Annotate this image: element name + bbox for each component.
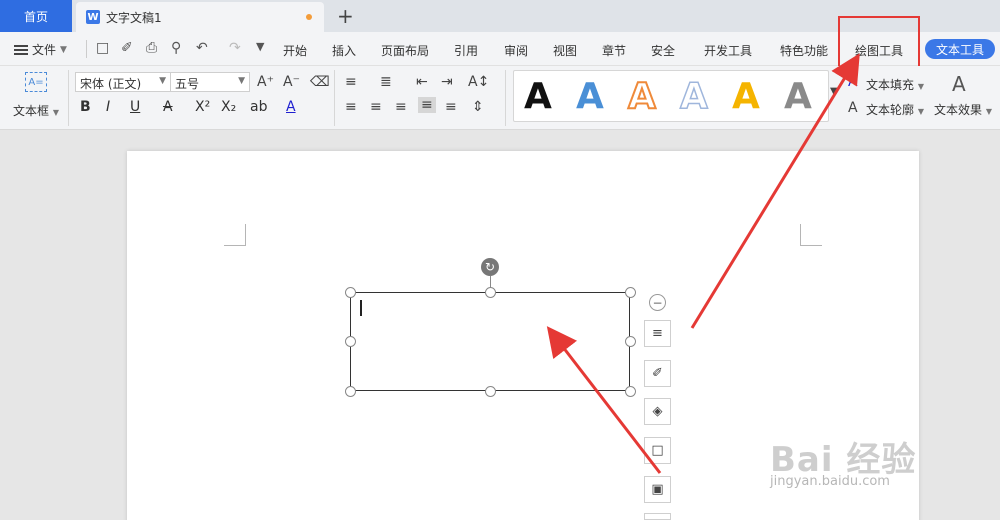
textbox-settings-icon[interactable]: ▣ — [644, 476, 671, 503]
align-left-icon[interactable]: ≡ — [345, 99, 357, 115]
align-right-icon[interactable]: ≡ — [395, 99, 407, 115]
print-icon[interactable]: ⎙ — [146, 40, 157, 56]
fill-color-icon[interactable]: ◈ — [644, 398, 671, 425]
menu-insert[interactable]: 插入 — [332, 42, 356, 59]
tab-document-title: 文字文稿1 — [106, 10, 162, 25]
font-color-icon[interactable]: A — [286, 99, 296, 115]
menu-start[interactable]: 开始 — [283, 42, 307, 59]
ribbon: A= 文本框 ▼ 宋体 (正文) ▼ 五号 ▼ A⁺ A⁻ ⌫ B I U A X²… — [0, 66, 1000, 130]
resize-handle-bottom[interactable] — [485, 386, 496, 397]
art-style-3[interactable]: A — [627, 75, 657, 119]
chevron-down-icon: ▼ — [238, 76, 245, 86]
format-painter-icon[interactable]: ✐ — [121, 40, 133, 56]
text-direction-icon[interactable]: A↕ — [468, 74, 489, 90]
shape-style-brush-icon[interactable]: ✐ — [644, 360, 671, 387]
resize-handle-left[interactable] — [345, 336, 356, 347]
gallery-expand-icon[interactable]: ▼ — [830, 86, 838, 97]
menu-page-layout[interactable]: 页面布局 — [381, 42, 429, 59]
layout-options-icon[interactable]: ≡ — [644, 320, 671, 347]
clear-format-icon[interactable]: ⌫ — [310, 74, 330, 90]
text-effect-button[interactable]: 文本效果 ▼ — [934, 101, 992, 118]
strikethrough-icon[interactable]: A — [163, 99, 173, 115]
menu-view[interactable]: 视图 — [553, 42, 577, 59]
menu-review[interactable]: 审阅 — [504, 42, 528, 59]
resize-handle-top-right[interactable] — [625, 287, 636, 298]
text-fill-button[interactable]: 文本填充 ▼ — [866, 76, 924, 93]
highlight-color-icon[interactable]: ab — [250, 99, 267, 115]
print-preview-icon[interactable]: ⚲ — [171, 40, 181, 56]
menu-chapter[interactable]: 章节 — [602, 42, 626, 59]
annotation-highlight-box — [838, 16, 920, 68]
decrease-indent-icon[interactable]: ⇤ — [416, 74, 428, 90]
italic-icon[interactable]: I — [106, 99, 110, 115]
textbox-tool-label: 文本框 ▼ — [13, 104, 59, 118]
art-style-2[interactable]: A — [576, 75, 604, 119]
tab-home[interactable]: 首页 — [0, 0, 72, 32]
art-text-styles-gallery: A A A A A A — [513, 70, 829, 122]
superscript-icon[interactable]: X² — [195, 99, 210, 115]
menu-security[interactable]: 安全 — [651, 42, 675, 59]
resize-handle-bottom-right[interactable] — [625, 386, 636, 397]
chevron-down-icon: ▼ — [60, 44, 67, 55]
tab-document[interactable]: W 文字文稿1 — [76, 2, 324, 32]
customize-toolbar-icon[interactable]: ▼ — [256, 40, 264, 53]
chevron-down-icon: ▼ — [159, 76, 166, 86]
underline-icon[interactable]: U — [130, 99, 140, 115]
text-box[interactable] — [350, 292, 630, 391]
divider — [68, 70, 69, 126]
line-spacing-icon[interactable]: ⇕ — [472, 99, 484, 115]
divider — [86, 40, 87, 58]
collapse-icon[interactable]: − — [649, 294, 666, 311]
rotate-handle-icon[interactable]: ↻ — [481, 258, 499, 276]
text-cursor — [360, 300, 362, 316]
art-style-1[interactable]: A — [524, 75, 552, 119]
margin-corner-mark — [224, 224, 246, 246]
save-icon[interactable]: □ — [96, 40, 109, 56]
font-name-select[interactable]: 宋体 (正文) ▼ — [75, 72, 171, 92]
file-menu-button[interactable]: 文件 ▼ — [14, 41, 67, 58]
divider — [505, 70, 506, 126]
numbered-list-icon[interactable]: ≣ — [380, 74, 392, 90]
text-effect-icon: A — [952, 72, 966, 96]
menu-features[interactable]: 特色功能 — [780, 42, 828, 59]
justify-icon[interactable]: ≡ — [418, 97, 436, 113]
file-menu-label: 文件 — [32, 43, 57, 57]
menu-references[interactable]: 引用 — [454, 42, 478, 59]
bullet-list-icon[interactable]: ≡ — [345, 74, 357, 90]
undo-icon[interactable]: ↶ — [196, 40, 208, 56]
grow-font-icon[interactable]: A⁺ — [257, 74, 274, 90]
hamburger-icon — [14, 44, 28, 55]
textbox-icon: A= — [25, 72, 47, 92]
more-tools-icon[interactable] — [644, 513, 671, 520]
new-tab-button[interactable]: + — [337, 4, 354, 28]
resize-handle-top[interactable] — [485, 287, 496, 298]
text-fill-icon: A — [848, 74, 858, 90]
art-style-4[interactable]: A — [679, 75, 708, 119]
increase-indent-icon[interactable]: ⇥ — [441, 74, 453, 90]
align-center-icon[interactable]: ≡ — [370, 99, 382, 115]
bold-icon[interactable]: B — [80, 99, 91, 115]
text-outline-button[interactable]: 文本轮廓 ▼ — [866, 101, 924, 118]
subscript-icon[interactable]: X₂ — [221, 99, 236, 115]
menu-developer[interactable]: 开发工具 — [704, 42, 752, 59]
margin-corner-mark — [800, 224, 822, 246]
textbox-tool-button[interactable]: A= 文本框 ▼ — [10, 70, 62, 126]
outline-icon[interactable]: □ — [644, 437, 671, 464]
resize-handle-top-left[interactable] — [345, 287, 356, 298]
menu-text-tools[interactable]: 文本工具 — [925, 39, 995, 59]
writer-doc-icon: W — [86, 10, 100, 24]
divider — [334, 70, 335, 126]
resize-handle-right[interactable] — [625, 336, 636, 347]
font-size-select[interactable]: 五号 ▼ — [170, 72, 250, 92]
shrink-font-icon[interactable]: A⁻ — [283, 74, 300, 90]
art-style-6[interactable]: A — [784, 75, 812, 119]
distribute-icon[interactable]: ≡ — [445, 99, 457, 115]
resize-handle-bottom-left[interactable] — [345, 386, 356, 397]
redo-icon[interactable]: ↷ — [229, 40, 241, 56]
art-style-5[interactable]: A — [732, 75, 760, 119]
unsaved-dot-icon — [306, 14, 312, 20]
watermark-url: jingyan.baidu.com — [770, 474, 890, 489]
text-outline-icon: A — [848, 100, 858, 116]
